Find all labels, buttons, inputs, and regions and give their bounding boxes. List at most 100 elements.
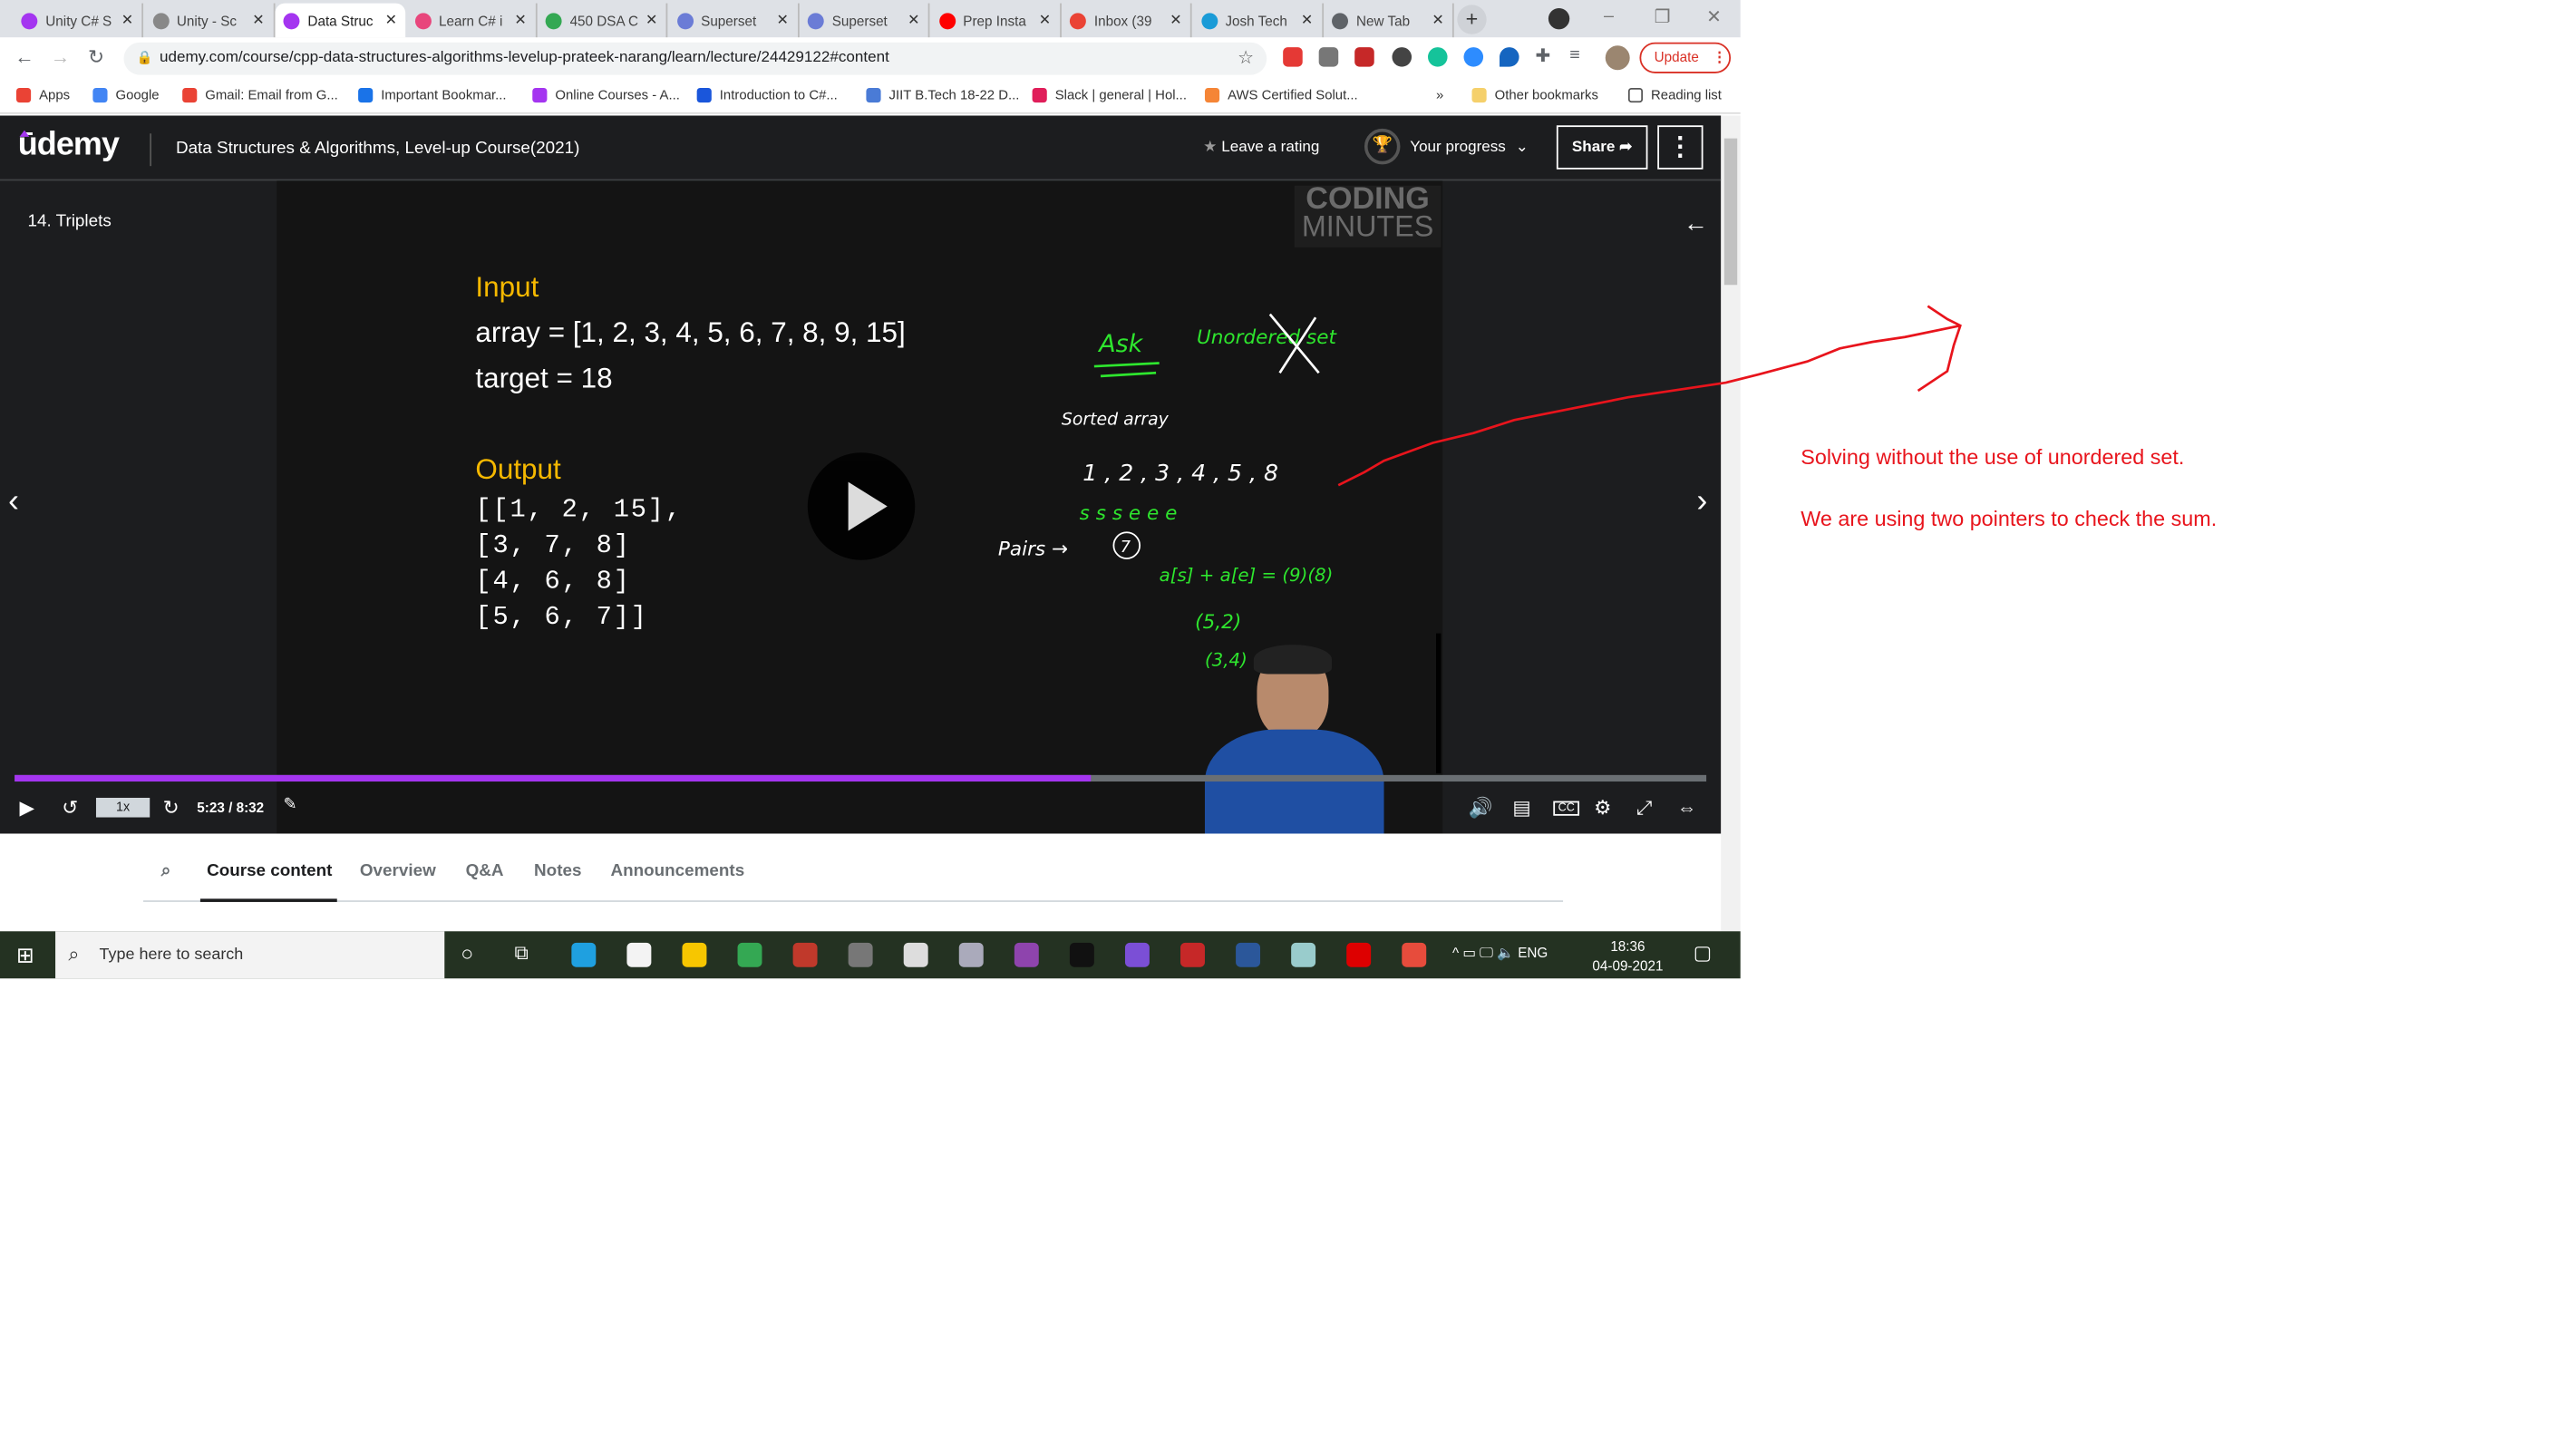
tab-notes[interactable]: Notes (534, 861, 581, 881)
close-tab-icon[interactable]: ✕ (121, 12, 134, 30)
task-view-icon[interactable]: ⧉ (515, 941, 529, 966)
profile-avatar[interactable] (1605, 45, 1630, 71)
app-color-icon[interactable] (1180, 942, 1205, 967)
github-desktop-icon[interactable] (1014, 942, 1039, 967)
extensions-puzzle-icon[interactable]: ✚ (1536, 45, 1551, 67)
language-indicator[interactable]: ENG (1518, 945, 1548, 961)
rewind-icon[interactable]: ↺ (62, 796, 78, 819)
visual-studio-icon[interactable] (1124, 942, 1150, 967)
app-red-icon[interactable] (792, 942, 818, 967)
fullscreen-icon[interactable]: ⤢ (1636, 796, 1652, 820)
new-tab-button[interactable]: + (1457, 5, 1487, 34)
close-tab-icon[interactable]: ✕ (908, 12, 920, 30)
browser-tab[interactable]: Unity C# S ✕ (13, 3, 144, 38)
tab-course-content[interactable]: Course content (207, 861, 332, 881)
browser-tab[interactable]: 450 DSA C ✕ (538, 3, 668, 38)
progress-bar[interactable] (15, 774, 1707, 782)
back-icon[interactable]: ← (15, 45, 34, 68)
bookmarks-overflow[interactable]: » (1436, 86, 1443, 102)
security-icon[interactable] (903, 942, 928, 967)
udemy-logo[interactable]: ūdemy (18, 127, 120, 164)
bookmark-item[interactable]: Gmail: Email from G... (182, 86, 338, 102)
grammarly-icon[interactable] (1428, 47, 1448, 67)
more-options-button[interactable]: ⋮ (1657, 125, 1704, 170)
close-tab-icon[interactable]: ✕ (252, 12, 265, 30)
store-icon[interactable] (626, 942, 652, 967)
cortana-icon[interactable]: ○ (461, 941, 473, 966)
browser-tab[interactable]: Data Struc ✕ (275, 3, 406, 38)
captions-button[interactable]: CC (1553, 801, 1580, 816)
media-queue-icon[interactable]: ≡ (1569, 45, 1580, 65)
file-explorer-icon[interactable] (682, 942, 707, 967)
close-tab-icon[interactable]: ✕ (514, 12, 527, 30)
bookmark-item[interactable]: Introduction to C#... (696, 86, 838, 102)
extension-speed-icon[interactable] (1392, 47, 1412, 67)
close-tab-icon[interactable]: ✕ (1301, 12, 1314, 30)
app-gray-icon[interactable] (958, 942, 984, 967)
app-blue-icon[interactable] (1291, 942, 1316, 967)
browser-tab[interactable]: Superset ✕ (668, 3, 799, 38)
tab-announcements[interactable]: Announcements (610, 861, 744, 881)
browser-tab[interactable]: Unity - Sc ✕ (144, 3, 275, 38)
bookmark-item[interactable]: Apps (15, 86, 70, 102)
play-icon[interactable]: ▶ (20, 796, 35, 819)
update-button[interactable]: Update ⋮ (1639, 42, 1732, 73)
close-tab-icon[interactable]: ✕ (777, 12, 790, 30)
zoom-icon[interactable] (1463, 47, 1484, 67)
bookmark-item[interactable]: Online Courses - A... (532, 86, 680, 102)
close-window-icon[interactable]: ✕ (1706, 6, 1722, 28)
close-tab-icon[interactable]: ✕ (1039, 12, 1052, 30)
your-progress-button[interactable]: 🏆 Your progress ⌄ (1364, 128, 1529, 165)
add-note-icon[interactable]: ✎ (283, 796, 296, 814)
reading-list[interactable]: Reading list (1627, 86, 1722, 102)
browser-tab[interactable]: Learn C# i ✕ (406, 3, 537, 38)
bookmark-item[interactable]: Slack | general | Hol... (1032, 86, 1187, 102)
video-player[interactable]: 14. Triplets CODING MINUTES Input array … (0, 180, 1722, 834)
scrollbar-thumb[interactable] (1723, 138, 1738, 286)
tab-search-icon[interactable] (1548, 7, 1570, 30)
reload-icon[interactable]: ↻ (88, 45, 104, 68)
browser-tab[interactable]: Superset ✕ (800, 3, 930, 38)
extension-pin-icon[interactable] (1500, 47, 1519, 67)
taskbar-search[interactable]: ⌕ Type here to search (55, 931, 445, 979)
share-button[interactable]: Share ➦ (1556, 125, 1648, 170)
notifications-icon[interactable]: ▢ (1694, 941, 1712, 964)
extension-icon[interactable] (1318, 47, 1339, 67)
previous-lecture-icon[interactable]: ‹ (8, 483, 19, 520)
transcript-icon[interactable]: ▤ (1512, 796, 1530, 819)
tab-overview[interactable]: Overview (360, 861, 436, 881)
volume-icon[interactable]: 🔊 (1469, 796, 1493, 819)
bookmark-item[interactable]: JIIT B.Tech 18-22 D... (866, 86, 1019, 102)
forward-icon[interactable]: → (51, 45, 71, 68)
course-title[interactable]: Data Structures & Algorithms, Level-up C… (176, 139, 579, 159)
acrobat-icon[interactable] (1346, 942, 1372, 967)
bookmark-star-icon[interactable]: ☆ (1238, 43, 1254, 75)
expand-theater-icon[interactable]: ⇔ (1677, 796, 1697, 819)
unity-icon[interactable] (1069, 942, 1094, 967)
other-bookmarks[interactable]: Other bookmarks (1471, 86, 1598, 102)
playback-speed-button[interactable]: 1x (95, 797, 150, 818)
close-tab-icon[interactable]: ✕ (646, 12, 658, 30)
tab-qa[interactable]: Q&A (466, 861, 504, 881)
next-lecture-icon[interactable]: › (1696, 483, 1707, 520)
play-button-large[interactable] (807, 452, 916, 560)
close-tab-icon[interactable]: ✕ (1432, 12, 1444, 30)
app-hex-icon[interactable] (848, 942, 873, 967)
windows-start-icon[interactable]: ⊞ (16, 943, 34, 969)
chrome-icon[interactable] (737, 942, 762, 967)
taskbar-clock[interactable]: 18:36 04-09-2021 (1592, 937, 1663, 976)
settings-gear-icon[interactable]: ⚙ (1594, 796, 1611, 819)
extension-reader-icon[interactable] (1354, 47, 1374, 67)
paint-icon[interactable] (1402, 942, 1427, 967)
forward-icon[interactable]: ↻ (163, 796, 180, 819)
browser-tab[interactable]: New Tab ✕ (1324, 3, 1454, 38)
close-tab-icon[interactable]: ✕ (385, 12, 398, 30)
leave-rating-button[interactable]: ★ Leave a rating (1203, 139, 1319, 157)
browser-tab[interactable]: Josh Tech ✕ (1192, 3, 1324, 38)
extension-mcafee-icon[interactable] (1283, 47, 1303, 67)
page-scrollbar[interactable] (1721, 115, 1741, 932)
bookmark-item[interactable]: AWS Certified Solut... (1204, 86, 1358, 102)
close-sidebar-arrow-icon[interactable]: ← (1684, 210, 1708, 238)
browser-tab[interactable]: Inbox (39 ✕ (1062, 3, 1192, 38)
bookmark-item[interactable]: Google (92, 86, 160, 102)
